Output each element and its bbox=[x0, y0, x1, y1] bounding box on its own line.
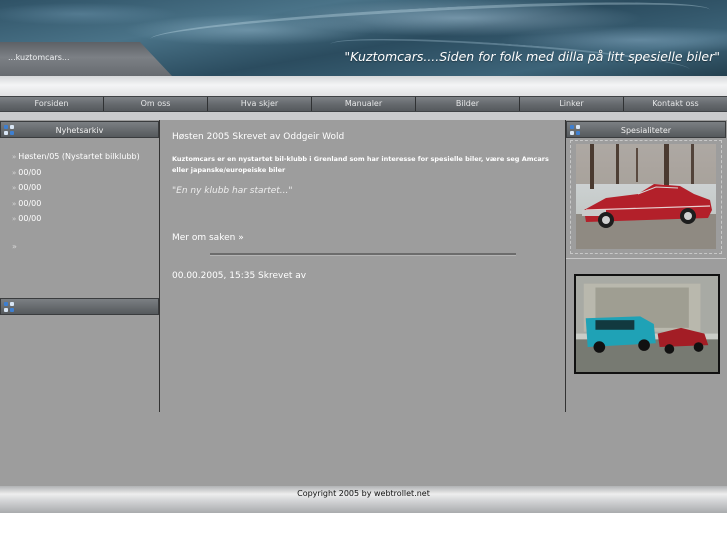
nav-item-kontakt-oss[interactable]: Kontakt oss bbox=[624, 97, 727, 111]
page: ...kuztomcars... "Kuztomcars....Siden fo… bbox=[0, 0, 727, 545]
left-panel-header bbox=[0, 298, 159, 315]
news-archive-header: Nyhetsarkiv bbox=[0, 121, 159, 138]
teal-van-photo[interactable] bbox=[574, 274, 720, 374]
news-archive-item[interactable]: » Høsten/05 (Nystartet bilklubb) bbox=[12, 150, 140, 166]
article-area: Høsten 2005 Skrevet av Oddgeir Wold Kuzt… bbox=[160, 120, 565, 412]
article-body: Kuztomcars er en nystartet bil-klubb i G… bbox=[172, 155, 549, 174]
nav-item-manualer[interactable]: Manualer bbox=[312, 97, 416, 111]
nav-item-linker[interactable]: Linker bbox=[520, 97, 624, 111]
nav-subbar bbox=[0, 112, 727, 120]
news-archive-item[interactable]: » 00/00 bbox=[12, 166, 140, 182]
dots-icon bbox=[570, 125, 581, 136]
main-content: Nyhetsarkiv » Høsten/05 (Nystartet bilklu… bbox=[0, 120, 727, 486]
article-heading: Høsten 2005 Skrevet av Oddgeir Wold bbox=[172, 132, 345, 142]
right-sidebar: Spesialiteter bbox=[565, 120, 727, 412]
news-archive-more-link[interactable]: » bbox=[12, 242, 17, 251]
specialties-header: Spesialiteter bbox=[566, 121, 726, 138]
dots-icon bbox=[4, 125, 15, 136]
news-archive-item[interactable]: » 00/00 bbox=[12, 181, 140, 197]
site-name: ...kuztomcars... bbox=[8, 53, 70, 62]
nav-item-bilder[interactable]: Bilder bbox=[416, 97, 520, 111]
nav-item-om-oss[interactable]: Om oss bbox=[104, 97, 208, 111]
news-archive-list: » Høsten/05 (Nystartet bilklubb) » 00/00 »… bbox=[12, 150, 140, 228]
left-sidebar: Nyhetsarkiv » Høsten/05 (Nystartet bilklu… bbox=[0, 120, 160, 412]
copyright-text: Copyright 2005 by webtrollet.net bbox=[297, 489, 430, 498]
specialties-title: Spesialiteter bbox=[620, 126, 672, 135]
main-nav: Forsiden Om oss Hva skjer Manualer Bilde… bbox=[0, 96, 727, 112]
article-quote: "En ny klubb har startet..." bbox=[172, 186, 293, 196]
news-archive-item[interactable]: » 00/00 bbox=[12, 197, 140, 213]
sidebar-separator bbox=[566, 258, 726, 259]
nav-item-hva-skjer[interactable]: Hva skjer bbox=[208, 97, 312, 111]
news-archive-title: Nyhetsarkiv bbox=[55, 126, 104, 135]
header-silver-strip bbox=[0, 76, 727, 96]
second-article-heading: 00.00.2005, 15:35 Skrevet av bbox=[172, 271, 307, 281]
photo-frame bbox=[570, 140, 722, 254]
footer: Copyright 2005 by webtrollet.net bbox=[0, 486, 727, 513]
read-more-link[interactable]: Mer om saken » bbox=[172, 233, 244, 243]
news-archive-item[interactable]: » 00/00 bbox=[12, 212, 140, 228]
dots-icon bbox=[4, 302, 15, 313]
red-convertible-photo[interactable] bbox=[576, 144, 716, 249]
nav-item-forsiden[interactable]: Forsiden bbox=[0, 97, 104, 111]
article-divider bbox=[210, 253, 516, 256]
header-banner: ...kuztomcars... "Kuztomcars....Siden fo… bbox=[0, 0, 727, 96]
site-tagline: "Kuztomcars....Siden for folk med dilla … bbox=[344, 49, 720, 64]
